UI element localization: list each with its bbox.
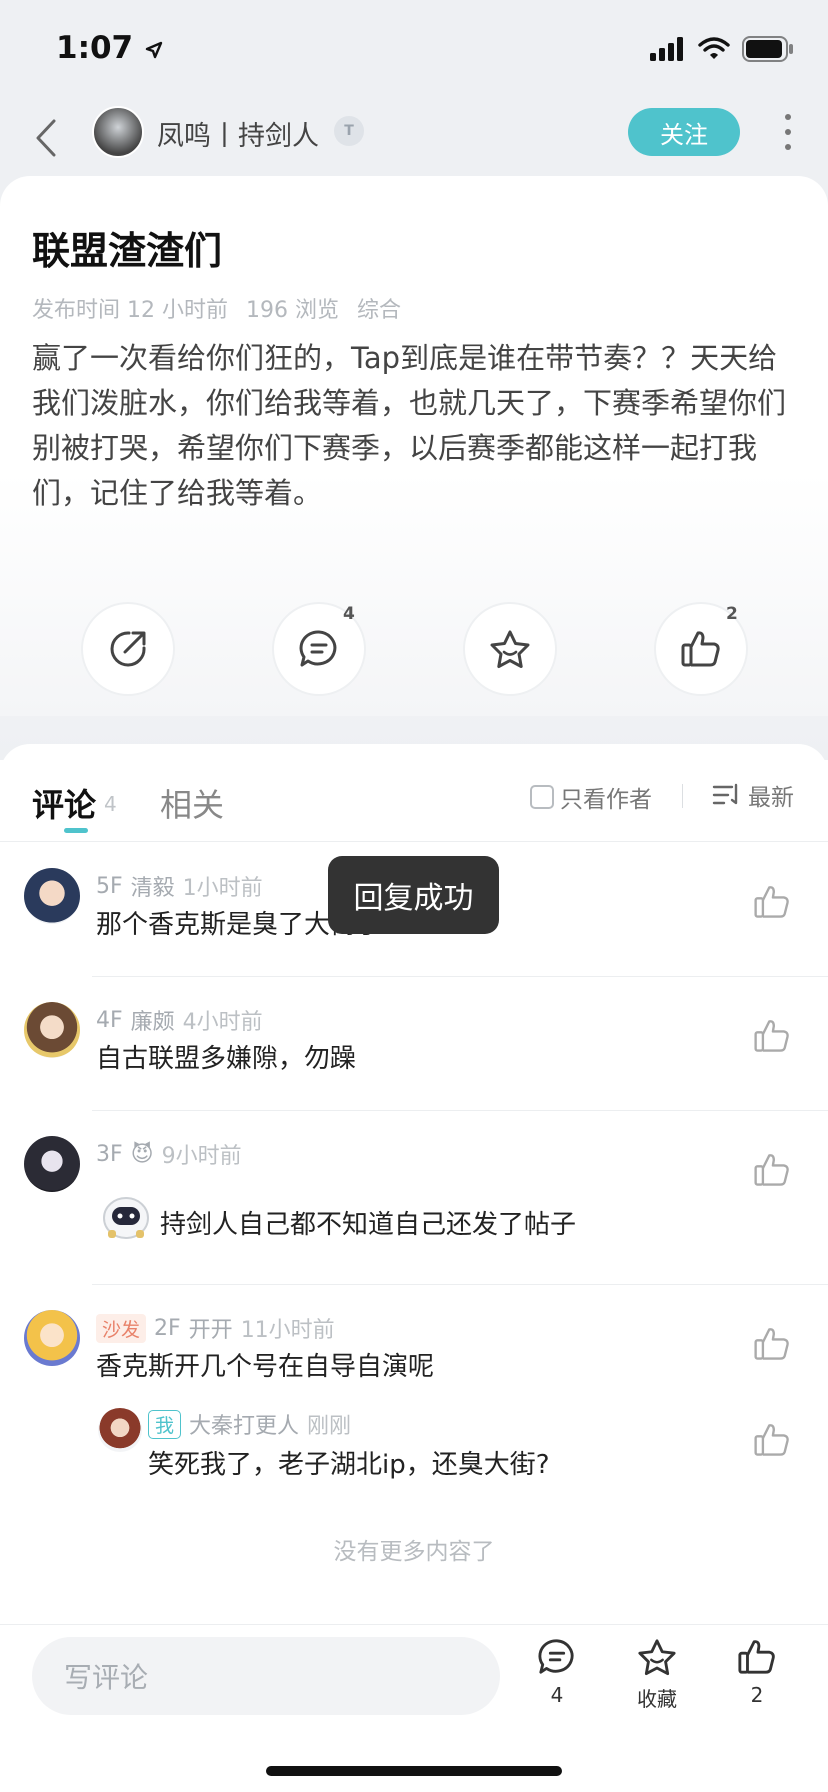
- robot-sticker-icon: [103, 1197, 149, 1239]
- toast: 回复成功: [328, 856, 499, 934]
- comment-text: 持剑人自己都不知道自己还发了帖子: [160, 1210, 577, 1240]
- avatar[interactable]: [98, 1408, 142, 1452]
- sort-label: 最新: [748, 785, 794, 811]
- me-badge: 我: [148, 1409, 182, 1439]
- bottom-like-button[interactable]: 2: [717, 1637, 797, 1707]
- status-time: 1:07: [56, 30, 164, 66]
- comment-bubble-icon: [538, 1639, 574, 1674]
- reply-text: 笑死我了，老子湖北ip，还臭大街?: [148, 1450, 550, 1480]
- level-badge: T: [334, 116, 364, 146]
- more-options-button[interactable]: [770, 108, 806, 156]
- post-title: 联盟渣渣们: [32, 229, 223, 273]
- location-arrow-icon: [145, 41, 163, 58]
- star-icon: [490, 630, 530, 668]
- comment-text: 香克斯开几个号在自导自演呢: [96, 1352, 435, 1382]
- active-tab-indicator: [64, 828, 88, 833]
- chevron-left-icon: [36, 119, 56, 157]
- signal-icon: [650, 37, 683, 61]
- home-indicator: [266, 1766, 562, 1776]
- avatar[interactable]: [24, 868, 80, 924]
- comment-count: 4: [343, 604, 355, 624]
- avatar[interactable]: [24, 1136, 80, 1192]
- comment-divider: [92, 1284, 828, 1285]
- back-button[interactable]: [26, 110, 66, 166]
- thumbs-up-icon[interactable]: [752, 1324, 792, 1364]
- thumbs-up-icon[interactable]: [752, 1420, 792, 1460]
- comment-bubble-icon: [299, 630, 337, 667]
- reply-meta: 我 大秦打更人 刚刚: [148, 1408, 351, 1440]
- author-name[interactable]: 凤鸣丨持剑人: [157, 114, 319, 153]
- bottom-comment-count: 4: [550, 1683, 564, 1707]
- post-card: 联盟渣渣们 发布时间 12 小时前 196 浏览 综合 赢了一次看给你们狂的，T…: [0, 176, 828, 716]
- comment-divider: [92, 976, 828, 977]
- thumbs-up-icon[interactable]: [752, 882, 792, 922]
- author-only-checkbox[interactable]: [530, 785, 554, 809]
- thumbs-up-icon[interactable]: [752, 1150, 792, 1190]
- status-bar: 1:07: [0, 0, 828, 96]
- share-icon: [110, 631, 146, 667]
- author-avatar[interactable]: [92, 106, 144, 158]
- status-icons: [650, 36, 794, 62]
- author-only-filter[interactable]: 只看作者: [530, 780, 652, 814]
- follow-button[interactable]: 关注: [628, 108, 740, 156]
- avatar[interactable]: [24, 1310, 80, 1366]
- comment-meta: 4F 廉颇 4小时前: [96, 1007, 263, 1036]
- thumbs-up-icon: [738, 1640, 775, 1674]
- post-category[interactable]: 综合: [357, 292, 401, 324]
- share-button[interactable]: [81, 602, 175, 696]
- sort-button[interactable]: 最新: [712, 778, 794, 812]
- thumbs-up-icon[interactable]: [752, 1016, 792, 1056]
- post-header: 凤鸣丨持剑人 T 关注: [0, 96, 828, 180]
- bottom-comment-button[interactable]: 4: [517, 1637, 597, 1707]
- wifi-icon: [698, 37, 730, 59]
- author-only-label: 只看作者: [560, 787, 652, 813]
- comment-meta: 沙发 2F 开开 11小时前: [96, 1312, 335, 1344]
- tab-related[interactable]: 相关: [160, 780, 224, 826]
- like-count: 2: [726, 604, 738, 624]
- star-icon: [638, 1639, 676, 1676]
- comment-meta: 5F 清毅 1小时前: [96, 873, 263, 902]
- comment-text: 自古联盟多嫌隙，勿躁: [96, 1044, 357, 1074]
- sofa-badge: 沙发: [96, 1313, 147, 1343]
- comment-meta: 3F 😈 9小时前: [96, 1141, 242, 1170]
- comment-tabs: 评论 4 相关 只看作者 最新: [0, 744, 828, 842]
- favorite-button[interactable]: [463, 602, 557, 696]
- battery-icon: [742, 36, 793, 62]
- sort-icon: [712, 783, 738, 805]
- divider: [682, 784, 683, 808]
- thumbs-up-icon: [681, 631, 720, 667]
- avatar[interactable]: [24, 1002, 80, 1058]
- post-meta: 发布时间 12 小时前 196 浏览 综合: [32, 292, 401, 324]
- post-views: 196 浏览: [245, 298, 339, 323]
- post-published-time: 发布时间 12 小时前: [32, 298, 228, 323]
- tab-comments-count: 4: [104, 792, 117, 816]
- bottom-favorite-button[interactable]: 收藏: [617, 1637, 697, 1712]
- bottom-like-count: 2: [750, 1683, 764, 1707]
- post-body: 赢了一次看给你们狂的，Tap到底是谁在带节奏？？天天给我们泼脏水，你们给我等着，…: [32, 341, 787, 510]
- no-more-content: 没有更多内容了: [333, 1539, 495, 1565]
- bottom-favorite-label: 收藏: [637, 1687, 677, 1711]
- comment-input[interactable]: 写评论: [32, 1637, 500, 1715]
- tab-comments[interactable]: 评论: [32, 780, 96, 826]
- comment-divider: [92, 1110, 828, 1111]
- post-actions: 4 2: [0, 602, 828, 698]
